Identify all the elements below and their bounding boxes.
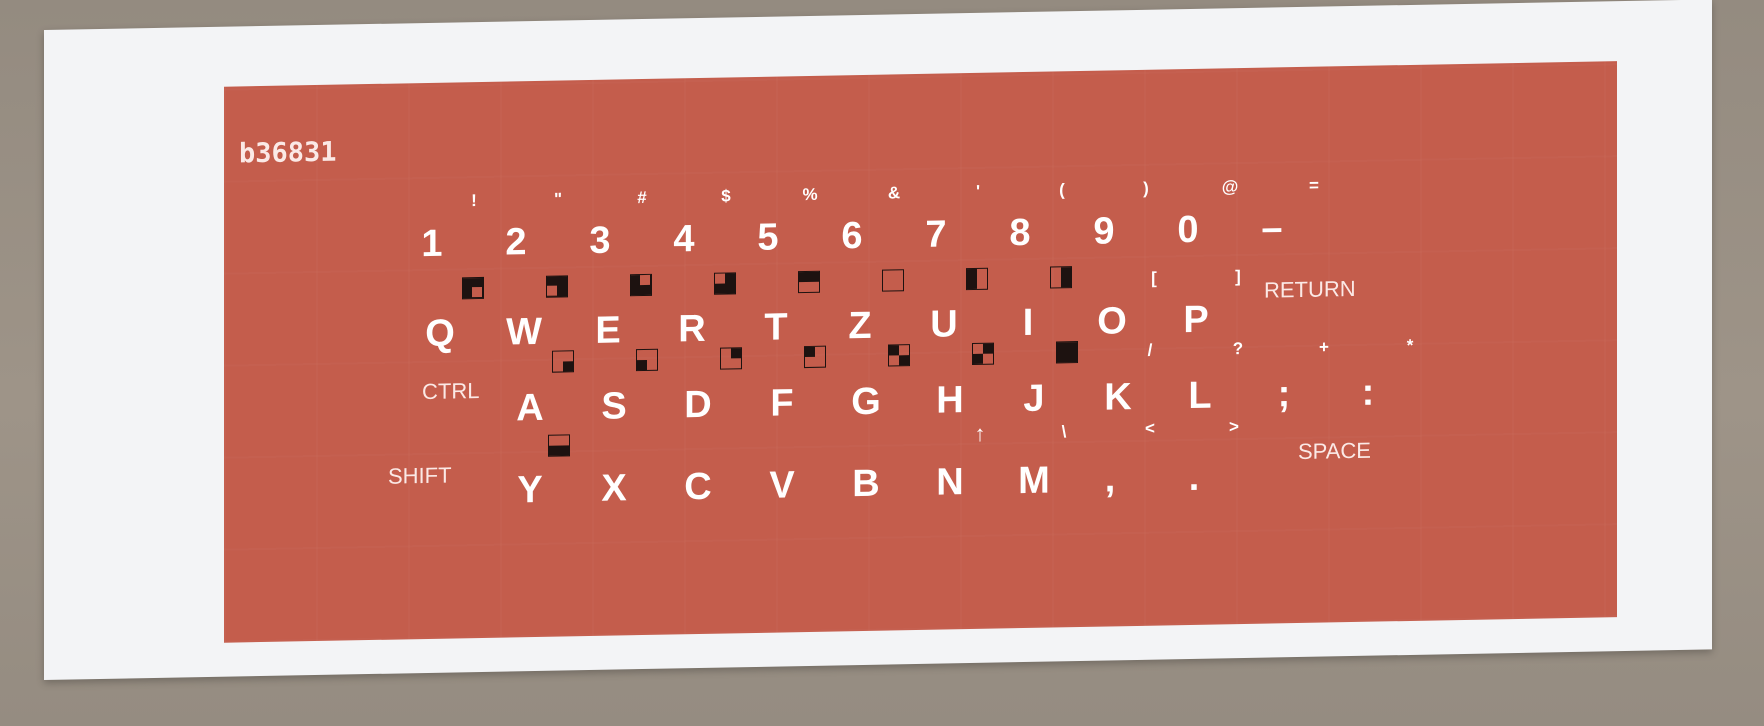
- graphic-block-r: [714, 272, 736, 295]
- key-8: 8: [1009, 211, 1031, 255]
- key-x: X: [601, 467, 627, 510]
- key-4: 4: [673, 218, 695, 261]
- key-2-shifted: ": [553, 189, 563, 209]
- key-h: H: [936, 379, 964, 422]
- key-2: 2: [505, 221, 527, 264]
- key-n: N: [936, 461, 964, 504]
- key-l: L: [1188, 374, 1212, 418]
- key-6: 6: [841, 214, 863, 258]
- key-5-shifted: %: [802, 184, 818, 205]
- key-minus: –: [1261, 207, 1283, 250]
- key-return: RETURN: [1264, 275, 1356, 303]
- key-8-shifted: (: [1059, 180, 1065, 200]
- key-colon: :: [1361, 371, 1375, 414]
- key-0-shifted: @: [1221, 177, 1239, 197]
- key-7: 7: [925, 213, 947, 256]
- key-j: J: [1023, 377, 1045, 421]
- keyboard-overlay: b36831 1 ! 2 " 3 # 4 $ 5 % 6 & 7 ' 8 ( 9…: [224, 61, 1617, 643]
- key-z: Z: [848, 304, 872, 348]
- key-3: 3: [589, 219, 611, 263]
- key-colon-shifted: *: [1406, 335, 1414, 356]
- key-m: M: [1018, 459, 1050, 503]
- key-1: 1: [421, 222, 443, 266]
- key-w: W: [506, 310, 542, 354]
- key-space: SPACE: [1298, 437, 1371, 465]
- key-k: K: [1104, 376, 1132, 419]
- key-m-shifted: \: [1061, 422, 1067, 442]
- key-7-shifted: ': [975, 181, 981, 201]
- key-period-shifted: >: [1229, 417, 1239, 437]
- key-9: 9: [1093, 210, 1115, 253]
- key-comma: ,: [1104, 458, 1116, 501]
- graphic-block-s: [636, 348, 658, 372]
- graphic-block-w: [546, 275, 568, 298]
- key-minus-shifted: =: [1309, 175, 1319, 195]
- key-semicolon-shifted: +: [1319, 337, 1329, 357]
- key-shift: SHIFT: [388, 462, 452, 489]
- key-y: Y: [517, 468, 543, 512]
- key-6-shifted: &: [887, 183, 901, 203]
- graphic-block-z: [882, 269, 904, 292]
- key-r: R: [678, 307, 706, 351]
- graphic-block-u: [966, 267, 988, 291]
- keyboard-overlay-card: b36831 1 ! 2 " 3 # 4 $ 5 % 6 & 7 ' 8 ( 9…: [44, 0, 1712, 680]
- graphic-block-g: [888, 344, 910, 367]
- key-p: P: [1183, 298, 1209, 342]
- key-1-shifted: !: [471, 191, 477, 211]
- graphic-block-e: [630, 273, 652, 297]
- key-u: U: [930, 303, 958, 346]
- graphic-block-i: [1050, 266, 1072, 289]
- key-5: 5: [757, 216, 779, 259]
- key-c: C: [684, 465, 712, 509]
- graphic-block-t: [798, 270, 820, 294]
- graphic-block-y: [548, 434, 570, 457]
- key-d: D: [684, 383, 712, 427]
- graphic-block-f: [804, 345, 826, 369]
- key-0: 0: [1177, 208, 1199, 252]
- key-q: Q: [425, 312, 455, 356]
- key-f: F: [770, 382, 794, 425]
- graphic-block-q: [462, 276, 484, 300]
- key-ctrl: CTRL: [422, 378, 480, 405]
- graphic-block-j: [1056, 341, 1078, 364]
- key-9-shifted: ): [1143, 178, 1149, 198]
- key-t: T: [764, 306, 788, 349]
- key-l-shifted: ?: [1232, 339, 1244, 359]
- key-comma-shifted: <: [1145, 418, 1155, 438]
- serial-number: b36831: [239, 136, 337, 170]
- key-semicolon: ;: [1277, 373, 1291, 416]
- key-e: E: [595, 309, 621, 352]
- key-o: O: [1097, 300, 1127, 343]
- key-period: .: [1188, 456, 1200, 500]
- key-i: I: [1022, 301, 1034, 345]
- key-n-shifted: ↑: [974, 420, 986, 446]
- key-3-shifted: #: [637, 187, 647, 208]
- key-g: G: [851, 380, 881, 424]
- graphic-block-a: [552, 350, 574, 373]
- key-a: A: [516, 386, 544, 430]
- key-k-shifted: /: [1147, 340, 1153, 360]
- key-s: S: [601, 385, 627, 428]
- key-v: V: [769, 464, 795, 507]
- key-4-shifted: $: [721, 186, 731, 206]
- key-b: B: [852, 462, 880, 506]
- graphic-block-h: [972, 342, 994, 365]
- key-o-shifted: [: [1151, 268, 1157, 288]
- key-p-shifted: ]: [1235, 267, 1241, 287]
- graphic-block-d: [720, 347, 742, 370]
